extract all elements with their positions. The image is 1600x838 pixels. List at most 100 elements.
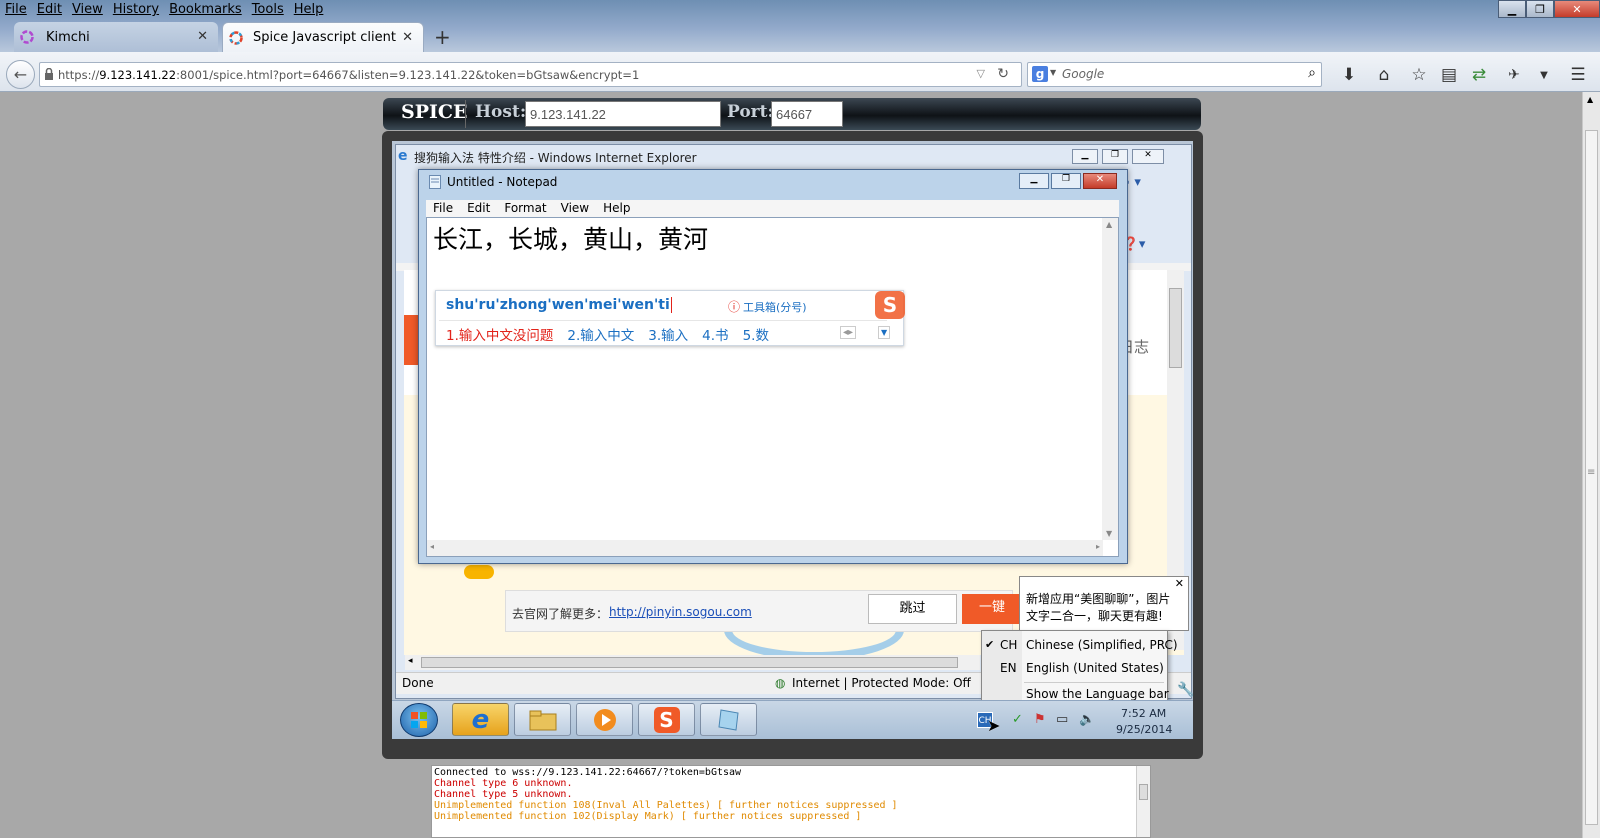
ime-toolbox[interactable]: 工具箱(分号) xyxy=(743,299,807,315)
candidate-1[interactable]: 1.输入中文没问题 xyxy=(446,324,553,344)
np-menu-edit[interactable]: Edit xyxy=(460,200,497,217)
back-button[interactable]: ← xyxy=(6,60,35,89)
spice-console-log: Connected to wss://9.123.141.22:64667/?t… xyxy=(431,765,1151,838)
addon-icon[interactable]: ✈ xyxy=(1503,64,1525,86)
search-icon[interactable]: ⌕ xyxy=(1308,65,1316,81)
console-scroll-thumb[interactable] xyxy=(1139,784,1148,800)
ime-prev-page-icon[interactable]: ◂▸ xyxy=(840,326,857,339)
tab-kimchi[interactable]: Kimchi ✕ xyxy=(14,22,218,52)
wrench-icon[interactable]: 🔧 xyxy=(1177,682,1194,698)
flag-tray-icon[interactable]: ⚑ xyxy=(1034,712,1046,727)
security-tray-icon[interactable]: ✓ xyxy=(1012,712,1023,727)
notepad-hscrollbar[interactable]: ◂ ▸ xyxy=(427,540,1103,556)
downloads-icon[interactable]: ⬇ xyxy=(1338,64,1360,86)
scroll-up-icon[interactable]: ▲ xyxy=(1106,220,1112,229)
notepad-close-button[interactable]: ✕ xyxy=(1083,173,1117,189)
show-language-bar[interactable]: Show the Language bar xyxy=(1026,687,1169,701)
page-scrollbar[interactable]: ▲ ≡ xyxy=(1582,92,1600,838)
dropdown-arrow-icon[interactable]: ▽ xyxy=(977,67,985,80)
tab-spice[interactable]: Spice Javascript client ✕ xyxy=(222,22,424,52)
lang-item-chinese[interactable]: ✔ CH Chinese (Simplified, PRC) xyxy=(982,635,1178,655)
bookmark-star-icon[interactable]: ☆ xyxy=(1408,64,1430,86)
google-engine-icon[interactable]: g xyxy=(1032,66,1048,82)
firefox-menubar: File Edit View History Bookmarks Tools H… xyxy=(0,0,328,20)
promo-link[interactable]: http://pinyin.sogou.com xyxy=(609,605,752,619)
close-window-button[interactable]: ✕ xyxy=(1554,0,1600,18)
network-tray-icon[interactable]: ▭ xyxy=(1056,712,1068,727)
np-menu-view[interactable]: View xyxy=(554,200,596,217)
search-bar[interactable]: g ▼ Google ⌕ xyxy=(1027,62,1322,87)
scroll-left-icon[interactable]: ◂ xyxy=(408,656,413,666)
divider xyxy=(465,100,466,128)
menu-tools[interactable]: Tools xyxy=(247,0,289,20)
console-line: Connected to wss://9.123.141.22:64667/?t… xyxy=(434,767,742,778)
port-input[interactable] xyxy=(771,101,843,127)
taskbar-ie[interactable]: e xyxy=(452,703,509,736)
ie-maximize-button[interactable]: ❐ xyxy=(1102,149,1128,164)
notepad-menubar: File Edit Format View Help xyxy=(426,200,1119,217)
scroll-left-icon[interactable]: ◂ xyxy=(430,542,434,551)
menu-file[interactable]: File xyxy=(0,0,32,20)
home-icon[interactable]: ⌂ xyxy=(1373,64,1395,86)
hscroll-thumb[interactable] xyxy=(421,657,958,668)
ie-minimize-button[interactable]: ▁ xyxy=(1072,149,1098,164)
status-zone: Internet | Protected Mode: Off xyxy=(792,676,971,690)
taskbar-notepad[interactable] xyxy=(700,703,757,736)
reload-icon[interactable]: ↻ xyxy=(997,66,1009,82)
overflow-dropdown-icon[interactable]: ▼ xyxy=(1533,64,1555,86)
sync-icon[interactable]: ⇄ xyxy=(1468,64,1490,86)
lang-code: CH xyxy=(1000,638,1018,652)
vscroll-thumb[interactable] xyxy=(1169,288,1182,368)
mouse-cursor-icon: ➤ xyxy=(987,716,1001,735)
notepad-vscrollbar[interactable]: ▲ ▼ xyxy=(1102,218,1118,540)
np-menu-format[interactable]: Format xyxy=(497,200,553,217)
ime-expand-icon[interactable]: ▼ xyxy=(878,326,891,339)
candidate-5[interactable]: 5.数 xyxy=(743,324,769,344)
balloon-close-icon[interactable]: ✕ xyxy=(1175,577,1184,590)
menu-bookmarks[interactable]: Bookmarks xyxy=(164,0,247,20)
tab-close-icon[interactable]: ✕ xyxy=(402,30,413,45)
skip-button[interactable]: 跳过 xyxy=(868,594,957,624)
taskbar-explorer[interactable] xyxy=(514,703,571,736)
hamburger-menu-icon[interactable]: ☰ xyxy=(1567,64,1589,86)
minimize-button[interactable]: ▁ xyxy=(1498,0,1526,18)
lang-item-english[interactable]: EN English (United States) xyxy=(982,658,1167,678)
clock-date[interactable]: 9/25/2014 xyxy=(1116,723,1172,736)
menu-edit[interactable]: Edit xyxy=(32,0,67,20)
scroll-down-icon[interactable]: ▼ xyxy=(1106,529,1112,538)
menu-help[interactable]: Help xyxy=(289,0,329,20)
volume-tray-icon[interactable]: 🔈 xyxy=(1079,712,1095,727)
sogou-ime-window[interactable]: shu'ru'zhong'wen'mei'wen'ti ⓘ 工具箱(分号) S … xyxy=(435,290,905,346)
bookmarks-menu-icon[interactable]: ▤ xyxy=(1438,64,1460,86)
menu-view[interactable]: View xyxy=(67,0,108,20)
candidate-4[interactable]: 4.书 xyxy=(702,324,728,344)
notepad-minimize-button[interactable]: ▁ xyxy=(1019,173,1049,189)
taskbar-sogou[interactable]: S xyxy=(638,703,695,736)
engine-dropdown-icon[interactable]: ▼ xyxy=(1050,68,1056,77)
clock-time[interactable]: 7:52 AM xyxy=(1121,707,1166,720)
np-menu-file[interactable]: File xyxy=(426,200,460,217)
console-line: Unimplemented function 102(Display Mark)… xyxy=(434,811,862,822)
taskbar-media-player[interactable] xyxy=(576,703,633,736)
lock-icon xyxy=(44,68,54,81)
one-key-button[interactable]: 一键 xyxy=(962,594,1022,624)
scroll-right-icon[interactable]: ▸ xyxy=(1096,542,1100,551)
restore-button[interactable]: ❐ xyxy=(1526,0,1554,18)
ie-hscrollbar[interactable]: ◂ xyxy=(405,655,980,670)
notepad-text-area[interactable]: 长江，长城，黄山，黄河 ▲ ▼ ◂ ▸ xyxy=(426,217,1119,557)
balloon-line-1: 新增应用“美图聊聊”，图片 xyxy=(1026,592,1171,606)
scroll-up-icon[interactable]: ▲ xyxy=(1587,95,1593,104)
console-scrollbar[interactable] xyxy=(1136,766,1150,837)
candidate-2[interactable]: 2.输入中文 xyxy=(567,324,634,344)
menu-history[interactable]: History xyxy=(108,0,164,20)
close-icon: ✕ xyxy=(1572,2,1582,16)
host-input[interactable] xyxy=(525,101,721,127)
ie-close-button[interactable]: ✕ xyxy=(1132,149,1164,164)
new-tab-button[interactable]: + xyxy=(434,25,451,49)
np-menu-help[interactable]: Help xyxy=(596,200,637,217)
url-bar[interactable]: https://9.123.141.22:8001/spice.html?por… xyxy=(39,62,1022,87)
tab-close-icon[interactable]: ✕ xyxy=(197,29,208,44)
candidate-3[interactable]: 3.输入 xyxy=(648,324,688,344)
start-button[interactable] xyxy=(400,703,438,737)
notepad-maximize-button[interactable]: ❐ xyxy=(1051,173,1081,189)
